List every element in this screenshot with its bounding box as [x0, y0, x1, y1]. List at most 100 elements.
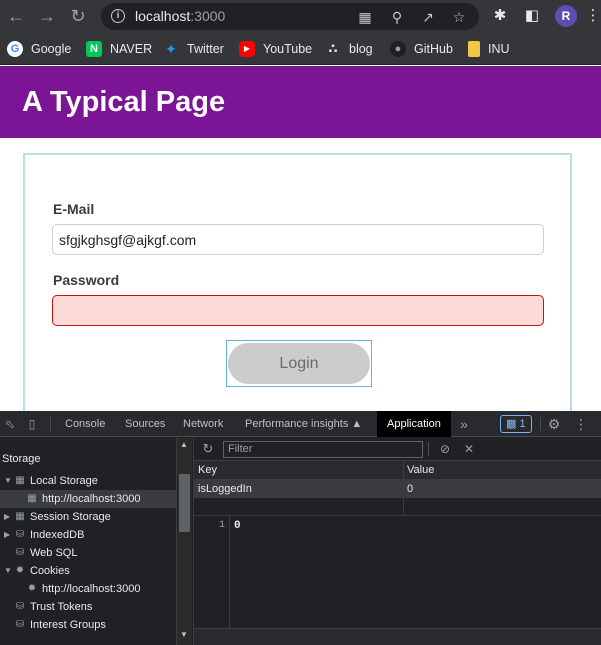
youtube-icon: ▶: [239, 41, 255, 57]
github-icon: ●: [390, 41, 406, 57]
login-form-card: E-Mail Password Login: [23, 153, 572, 428]
tab-console[interactable]: Console: [65, 411, 105, 437]
storage-section-title: Storage: [2, 453, 41, 465]
row-value: 0: [407, 483, 414, 495]
flask-icon: ▲: [351, 418, 363, 430]
issues-icon: ▩: [506, 418, 517, 430]
refresh-icon[interactable]: ↻: [200, 441, 216, 457]
grid-icon: ▦: [27, 493, 37, 504]
application-sidebar: Storage ▼ ▦ Local Storage ▦ http://local…: [0, 438, 176, 645]
sidebar-scrollbar[interactable]: ▲ ▼: [176, 438, 192, 645]
sidebar-item-web-sql[interactable]: ⛁ Web SQL: [4, 544, 176, 562]
login-button-focus-outline: Login: [226, 340, 372, 387]
inspect-element-icon[interactable]: ⬁: [2, 416, 18, 432]
email-label: E-Mail: [53, 201, 95, 217]
site-info-icon[interactable]: i: [111, 9, 125, 23]
share-icon[interactable]: ↗: [419, 8, 437, 26]
bookmark-github[interactable]: ● GitHub: [390, 40, 453, 58]
forward-arrow-icon[interactable]: →: [36, 5, 58, 27]
column-header-key[interactable]: Key: [198, 461, 217, 480]
sidebar-item-interest-groups[interactable]: ⛁ Interest Groups: [4, 616, 176, 634]
expanded-caret-icon: ▼: [4, 566, 12, 575]
extensions-icon[interactable]: ✱: [490, 6, 510, 26]
profile-avatar[interactable]: R: [555, 5, 577, 27]
sidebar-item-cookies-origin[interactable]: ✹ http://localhost:3000: [0, 580, 176, 598]
sidebar-item-cookies[interactable]: ▼ ✹ Cookies: [4, 562, 176, 580]
table-row[interactable]: isLoggedIn 0: [194, 480, 601, 498]
value-preview: 1 0: [194, 516, 601, 645]
gear-icon[interactable]: ⚙: [546, 416, 562, 432]
sidebar-item-local-storage[interactable]: ▼ ▦ Local Storage: [4, 472, 176, 490]
password-label: Password: [53, 272, 120, 288]
table-header: Key Value: [194, 461, 601, 480]
expanded-caret-icon: ▼: [4, 476, 12, 485]
database-icon: ⛁: [15, 547, 25, 558]
bookmark-naver[interactable]: N NAVER: [86, 40, 152, 58]
storage-filter-bar: ↻ Filter ⊘ ✕: [194, 438, 601, 461]
clear-all-icon[interactable]: ⊘: [437, 441, 453, 457]
blog-icon: ∴: [328, 41, 338, 56]
bookmark-youtube[interactable]: ▶ YouTube: [239, 40, 312, 58]
scroll-down-arrow-icon[interactable]: ▼: [180, 630, 188, 639]
page-header: A Typical Page: [0, 66, 601, 138]
empty-table-row[interactable]: [194, 498, 601, 516]
email-field[interactable]: [52, 224, 544, 255]
page-title: A Typical Page: [22, 86, 226, 118]
bookmark-inu[interactable]: INU: [468, 40, 510, 58]
storage-table-panel: ↻ Filter ⊘ ✕ Key Value isLoggedIn 0 1 0: [193, 438, 601, 645]
database-icon: ⛁: [15, 529, 25, 540]
back-arrow-icon[interactable]: ←: [5, 5, 27, 27]
folder-icon: [468, 41, 480, 57]
database-icon: ⛁: [15, 619, 25, 630]
delete-selected-icon[interactable]: ✕: [461, 441, 477, 457]
bookmark-google[interactable]: G Google: [7, 40, 71, 58]
column-header-value[interactable]: Value: [407, 461, 434, 480]
line-gutter: 1: [194, 516, 230, 645]
line-number: 1: [218, 520, 225, 531]
url-text: localhost:3000: [135, 8, 226, 24]
password-field[interactable]: [52, 295, 544, 326]
reload-icon[interactable]: ↻: [67, 5, 89, 27]
issues-badge[interactable]: ▩ 1: [500, 415, 532, 433]
device-toolbar-icon[interactable]: ▯: [24, 416, 40, 432]
filter-input[interactable]: Filter: [223, 441, 423, 458]
collapsed-caret-icon: ▶: [4, 512, 11, 521]
grid-icon: ▦: [15, 475, 25, 486]
sidebar-item-session-storage[interactable]: ▶ ▦ Session Storage: [4, 508, 176, 526]
tab-sources[interactable]: Sources: [125, 411, 165, 437]
naver-icon: N: [86, 41, 102, 57]
column-divider: [403, 461, 404, 516]
address-bar[interactable]: i localhost:3000 ▦ ⚲ ↗ ☆: [101, 3, 479, 30]
cookie-icon: ✹: [15, 565, 25, 576]
tab-network[interactable]: Network: [183, 411, 223, 437]
preview-content: 0: [234, 520, 241, 532]
sidebar-item-trust-tokens[interactable]: ⛁ Trust Tokens: [4, 598, 176, 616]
more-tabs-chevron-icon[interactable]: »: [456, 416, 472, 432]
google-icon: G: [7, 41, 23, 57]
preview-status-bar: [194, 628, 601, 645]
sidebar-item-local-storage-origin[interactable]: ▦ http://localhost:3000: [0, 490, 176, 508]
grid-icon: ▦: [15, 511, 25, 522]
scroll-up-arrow-icon[interactable]: ▲: [180, 440, 188, 449]
sidebar-scroll-thumb[interactable]: [179, 474, 190, 532]
bookmark-star-icon[interactable]: ☆: [450, 8, 468, 26]
tab-performance-insights[interactable]: Performance insights ▲: [245, 411, 362, 437]
devtools-tab-bar: ⬁ ▯ Console Sources Network Performance …: [0, 411, 601, 437]
bookmark-twitter[interactable]: ✦ Twitter: [163, 40, 224, 58]
login-button[interactable]: Login: [228, 343, 370, 384]
zoom-icon[interactable]: ⚲: [388, 8, 406, 26]
devtools-panel: ⬁ ▯ Console Sources Network Performance …: [0, 411, 601, 645]
tab-application[interactable]: Application: [377, 411, 451, 437]
bookmarks-bar: G Google N NAVER ✦ Twitter ▶ YouTube ∴ b…: [0, 33, 601, 65]
bookmark-blog[interactable]: ∴ blog: [325, 40, 372, 58]
devtools-menu-icon[interactable]: ⋮: [573, 416, 589, 432]
cookie-icon: ✹: [27, 583, 37, 594]
database-icon: ⛁: [15, 601, 25, 612]
row-key: isLoggedIn: [198, 483, 252, 495]
sidebar-item-indexeddb[interactable]: ▶ ⛁ IndexedDB: [4, 526, 176, 544]
side-panel-icon[interactable]: ◧: [522, 6, 542, 26]
menu-dots-icon[interactable]: ⋮: [583, 6, 601, 26]
translate-icon[interactable]: ▦: [356, 8, 374, 26]
twitter-icon: ✦: [165, 41, 177, 57]
browser-toolbar: ← → ↻ i localhost:3000 ▦ ⚲ ↗ ☆ ✱ ◧ R ⋮: [0, 0, 601, 33]
